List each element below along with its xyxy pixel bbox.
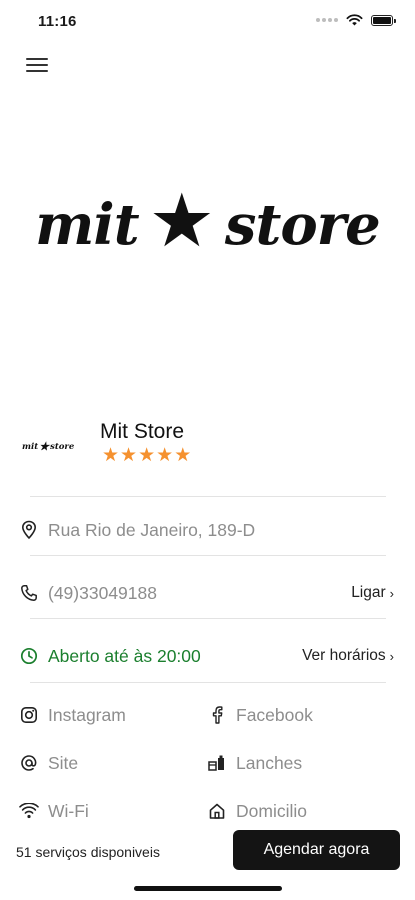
mini-logo-left: mit — [22, 441, 39, 452]
facebook-icon — [206, 704, 228, 726]
star-icon: ★ — [174, 445, 192, 466]
address-text: Rua Rio de Janeiro, 189-D — [48, 519, 256, 540]
divider — [30, 618, 386, 619]
status-indicators — [316, 14, 396, 26]
instagram-label: Instagram — [48, 704, 126, 725]
services-count: 51 serviços disponiveis — [16, 844, 160, 860]
location-pin-icon — [18, 519, 40, 541]
home-indicator — [134, 886, 282, 891]
hours-row: Aberto até às 20:00 Ver horários › — [18, 641, 394, 671]
logo-text-left: mit — [35, 192, 139, 258]
mini-star-icon: ★ — [39, 440, 50, 453]
star-icon: ★ — [138, 445, 156, 466]
logo-text-right: store — [224, 192, 381, 258]
call-label: Ligar — [351, 584, 386, 601]
status-time: 11:16 — [38, 13, 77, 30]
facebook-label: Facebook — [236, 704, 313, 725]
divider — [30, 682, 386, 683]
store-name: Mit Store — [100, 420, 185, 443]
opening-hours-status: Aberto até às 20:00 — [48, 645, 201, 666]
menu-button[interactable] — [26, 58, 48, 76]
at-icon — [18, 752, 40, 774]
lanches-label: Lanches — [236, 752, 303, 773]
call-button[interactable]: Ligar › — [351, 584, 394, 602]
cellular-signal-icon — [316, 18, 338, 22]
phone-row: (49)33049188 Ligar › — [18, 578, 394, 608]
star-icon: ★ — [102, 445, 120, 466]
divider — [30, 555, 386, 556]
star-icon: ★ — [120, 445, 138, 466]
facebook-link[interactable]: Facebook — [206, 702, 313, 728]
wifi-label: Wi-Fi — [48, 800, 89, 821]
chevron-right-icon: › — [389, 585, 394, 601]
site-label: Site — [48, 752, 79, 773]
menu-line — [26, 70, 48, 72]
home-icon — [206, 800, 228, 822]
bottom-bar: 51 serviços disponiveis Agendar agora — [0, 820, 415, 880]
view-hours-label: Ver horários — [302, 647, 386, 664]
hero-logo: mit ★ store — [0, 150, 415, 300]
wifi-status-icon — [346, 14, 363, 26]
instagram-icon — [18, 704, 40, 726]
clock-icon — [18, 645, 40, 667]
phone-icon — [18, 582, 40, 604]
view-hours-button[interactable]: Ver horários › — [302, 647, 394, 665]
store-header: mit ★ store Mit Store ★ ★ ★ ★ ★ — [22, 418, 392, 478]
chevron-right-icon: › — [389, 648, 394, 664]
book-now-button[interactable]: Agendar agora — [233, 830, 400, 870]
instagram-link[interactable]: Instagram — [18, 702, 126, 728]
status-bar: 11:16 — [0, 0, 415, 44]
battery-icon — [371, 14, 396, 26]
rating-stars: ★ ★ ★ ★ ★ — [102, 446, 191, 465]
delivery-label: Domicilio — [236, 800, 307, 821]
lanches-link[interactable]: Lanches — [206, 750, 302, 776]
menu-line — [26, 58, 48, 60]
snacks-icon — [206, 752, 228, 774]
divider — [30, 496, 386, 497]
wifi-icon — [18, 800, 40, 822]
store-avatar-logo: mit ★ store — [22, 440, 82, 453]
star-icon: ★ — [156, 445, 174, 466]
phone-number: (49)33049188 — [48, 582, 157, 603]
site-link[interactable]: Site — [18, 750, 78, 776]
star-logo-icon: ★ — [148, 179, 215, 262]
menu-line — [26, 64, 48, 66]
mini-logo-right: store — [50, 441, 75, 452]
address-row[interactable]: Rua Rio de Janeiro, 189-D — [18, 515, 394, 545]
